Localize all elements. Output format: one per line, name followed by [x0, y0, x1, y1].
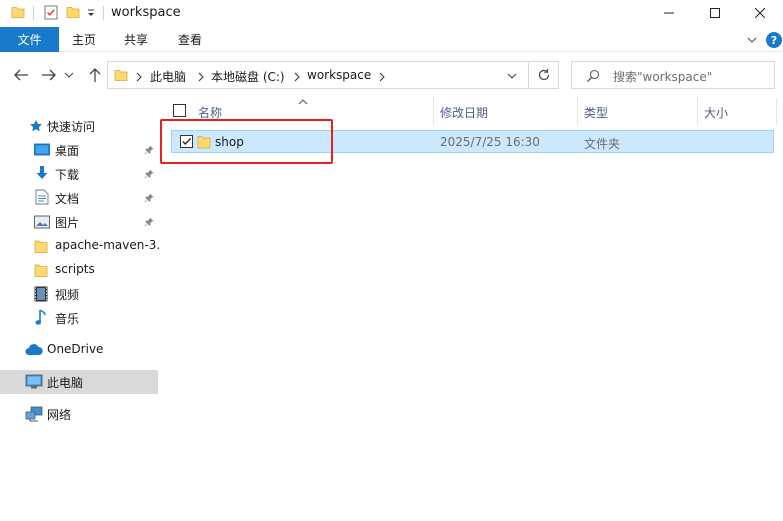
- nav-item-music[interactable]: 音乐: [0, 306, 158, 330]
- nav-item-videos[interactable]: 视频: [0, 282, 158, 306]
- column-header-date[interactable]: 修改日期: [440, 104, 488, 121]
- refresh-button[interactable]: [529, 61, 559, 89]
- expand-ribbon-icon[interactable]: [745, 33, 759, 47]
- column-header-size[interactable]: 大小: [704, 104, 728, 121]
- nav-label: apache-maven-3.6: [55, 238, 160, 252]
- nav-item-this-pc[interactable]: 此电脑: [0, 370, 158, 394]
- column-divider[interactable]: [433, 98, 434, 125]
- nav-item-scripts[interactable]: scripts: [0, 258, 158, 282]
- nav-label: 文档: [55, 192, 80, 206]
- search-input[interactable]: 搜索"workspace": [613, 68, 712, 85]
- nav-item-network[interactable]: 网络: [0, 402, 158, 426]
- network-icon: [25, 406, 43, 425]
- title-separator: [103, 6, 104, 20]
- file-date: 2025/7/25 16:30: [440, 135, 540, 149]
- tab-file[interactable]: 文件: [0, 27, 59, 52]
- forward-arrow-icon: [42, 69, 56, 81]
- nav-item-apache-maven[interactable]: apache-maven-3.6: [0, 234, 160, 258]
- breadcrumb-workspace[interactable]: workspace: [307, 68, 371, 82]
- nav-item-desktop[interactable]: 桌面: [0, 138, 158, 162]
- folder-icon: [34, 262, 48, 281]
- nav-item-onedrive[interactable]: OneDrive: [0, 338, 158, 362]
- nav-item-documents[interactable]: 文档: [0, 186, 158, 210]
- nav-label: 网络: [47, 408, 72, 422]
- navigation-pane: 快速访问 桌面 下载 文档 图片 apache-maven-3.6 script…: [0, 108, 160, 521]
- chevron-right-icon[interactable]: [197, 71, 205, 82]
- tab-share[interactable]: 共享: [124, 27, 148, 52]
- column-divider[interactable]: [776, 98, 777, 125]
- address-bar[interactable]: 此电脑 本地磁盘 (C:) workspace: [107, 61, 529, 89]
- properties-icon[interactable]: [44, 5, 58, 23]
- help-button[interactable]: ?: [766, 32, 782, 48]
- title-bar: workspace: [0, 0, 783, 27]
- search-icon: [586, 69, 600, 86]
- breadcrumb-this-pc[interactable]: 此电脑: [150, 68, 186, 85]
- pin-icon[interactable]: [144, 216, 154, 230]
- breadcrumb-local-disk[interactable]: 本地磁盘 (C:): [211, 68, 285, 85]
- videos-icon: [34, 286, 48, 305]
- documents-icon: [35, 189, 49, 208]
- customize-quick-access-icon[interactable]: [86, 6, 96, 20]
- maximize-button[interactable]: [692, 0, 738, 26]
- refresh-icon: [538, 69, 549, 81]
- nav-label: 此电脑: [47, 376, 84, 390]
- recent-locations-button[interactable]: [62, 65, 76, 85]
- pin-icon[interactable]: [144, 192, 154, 206]
- star-icon: [29, 119, 43, 136]
- quick-access-separator: [33, 6, 34, 20]
- chevron-right-icon[interactable]: [293, 71, 301, 82]
- sort-ascending-icon: [298, 94, 308, 108]
- up-arrow-icon: [89, 68, 101, 82]
- download-icon: [34, 165, 50, 184]
- window-title: workspace: [111, 5, 181, 20]
- chevron-right-icon[interactable]: [378, 71, 386, 82]
- nav-label: 快速访问: [47, 120, 96, 134]
- column-divider[interactable]: [697, 98, 698, 125]
- back-button[interactable]: [11, 65, 31, 85]
- up-button[interactable]: [85, 65, 105, 85]
- nav-label: 视频: [55, 288, 80, 302]
- nav-label: OneDrive: [47, 342, 104, 356]
- forward-button[interactable]: [39, 65, 59, 85]
- nav-label: 图片: [55, 216, 80, 230]
- pin-icon[interactable]: [144, 168, 154, 182]
- nav-label: scripts: [55, 262, 95, 276]
- chevron-right-icon[interactable]: [135, 71, 143, 82]
- folder-icon: [114, 68, 128, 85]
- pin-icon[interactable]: [144, 144, 154, 158]
- column-divider[interactable]: [577, 98, 578, 125]
- nav-item-downloads[interactable]: 下载: [0, 162, 158, 186]
- column-header-type[interactable]: 类型: [584, 104, 608, 121]
- select-all-checkbox[interactable]: [173, 104, 186, 117]
- minimize-button[interactable]: [646, 0, 692, 26]
- cloud-icon: [25, 344, 43, 359]
- pictures-icon: [34, 215, 50, 232]
- file-type: 文件夹: [584, 137, 621, 151]
- nav-item-pictures[interactable]: 图片: [0, 210, 158, 234]
- nav-quick-access[interactable]: 快速访问: [0, 114, 158, 138]
- nav-label: 音乐: [55, 312, 80, 326]
- back-arrow-icon: [14, 69, 28, 81]
- highlight-box: [160, 119, 333, 164]
- folder-icon: [34, 238, 48, 257]
- close-button[interactable]: [737, 0, 783, 26]
- computer-icon: [25, 374, 43, 393]
- tab-home[interactable]: 主页: [72, 27, 96, 52]
- folder-icon: [11, 5, 25, 22]
- ribbon: 文件 主页 共享 查看 ?: [0, 27, 783, 52]
- search-box[interactable]: 搜索"workspace": [571, 61, 775, 89]
- nav-label: 桌面: [55, 144, 80, 158]
- tab-view[interactable]: 查看: [178, 27, 202, 52]
- nav-label: 下载: [55, 168, 80, 182]
- new-folder-icon[interactable]: [66, 5, 80, 22]
- chevron-down-icon: [64, 72, 74, 78]
- desktop-icon: [34, 143, 50, 160]
- music-icon: [35, 309, 47, 330]
- address-dropdown-icon[interactable]: [505, 70, 519, 82]
